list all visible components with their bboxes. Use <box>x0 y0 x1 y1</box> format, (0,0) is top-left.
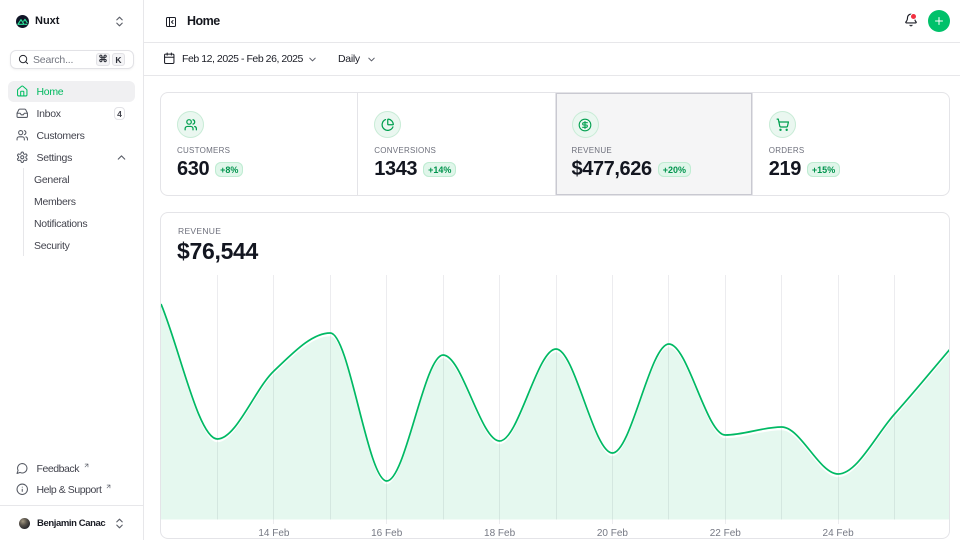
svg-text:20 Feb: 20 Feb <box>597 528 629 539</box>
svg-text:18 Feb: 18 Feb <box>484 528 516 539</box>
svg-text:24 Feb: 24 Feb <box>823 528 855 539</box>
svg-text:16 Feb: 16 Feb <box>371 528 403 539</box>
svg-text:14 Feb: 14 Feb <box>258 528 290 539</box>
svg-text:22 Feb: 22 Feb <box>710 528 742 539</box>
